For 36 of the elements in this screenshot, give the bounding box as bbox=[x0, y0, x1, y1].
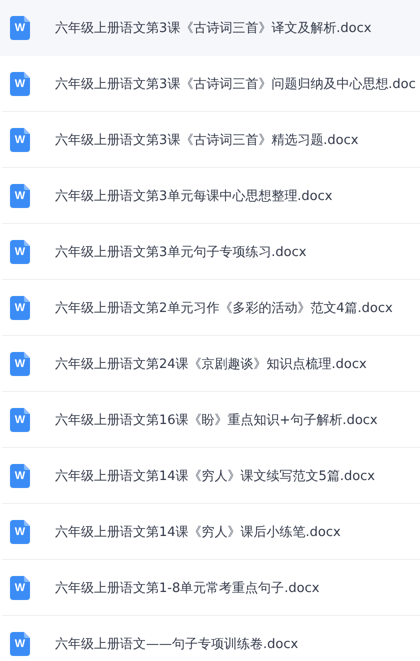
file-row[interactable]: W 六年级上册语文第2单元习作《多彩的活动》范文4篇.docx bbox=[2, 280, 420, 336]
word-document-icon: W bbox=[10, 296, 30, 320]
word-document-icon: W bbox=[10, 520, 30, 544]
file-name: 六年级上册语文第16课《盼》重点知识+句子解析.docx bbox=[55, 412, 378, 428]
word-document-icon: W bbox=[10, 408, 30, 432]
file-name: 六年级上册语文第2单元习作《多彩的活动》范文4篇.docx bbox=[55, 300, 393, 316]
word-document-icon: W bbox=[10, 352, 30, 376]
file-row[interactable]: W 六年级上册语文——句子专项训练卷.docx bbox=[2, 616, 420, 661]
file-row[interactable]: W 六年级上册语文第3课《古诗词三首》问题归纳及中心思想.doc bbox=[2, 56, 420, 112]
file-row[interactable]: W 六年级上册语文第1-8单元常考重点句子.docx bbox=[2, 560, 420, 616]
file-row[interactable]: W 六年级上册语文第24课《京剧趣谈》知识点梳理.docx bbox=[2, 336, 420, 392]
file-name: 六年级上册语文第1-8单元常考重点句子.docx bbox=[55, 580, 320, 596]
file-row[interactable]: W 六年级上册语文第3课《古诗词三首》精选习题.docx bbox=[2, 112, 420, 168]
word-document-icon: W bbox=[10, 128, 30, 152]
file-row[interactable]: W 六年级上册语文第14课《穷人》课文续写范文5篇.docx bbox=[2, 448, 420, 504]
file-name: 六年级上册语文第14课《穷人》课后小练笔.docx bbox=[55, 524, 341, 540]
file-row[interactable]: W 六年级上册语文第3课《古诗词三首》译文及解析.docx bbox=[0, 0, 420, 56]
word-document-icon: W bbox=[10, 576, 30, 600]
file-name: 六年级上册语文第3单元每课中心思想整理.docx bbox=[55, 188, 332, 204]
word-document-icon: W bbox=[10, 72, 30, 96]
file-name: 六年级上册语文第24课《京剧趣谈》知识点梳理.docx bbox=[55, 356, 367, 372]
word-document-icon: W bbox=[10, 184, 30, 208]
word-document-icon: W bbox=[10, 16, 30, 40]
file-name: 六年级上册语文第3单元句子专项练习.docx bbox=[55, 244, 306, 260]
word-document-icon: W bbox=[10, 632, 30, 656]
file-name: 六年级上册语文第3课《古诗词三首》精选习题.docx bbox=[55, 132, 358, 148]
file-name: 六年级上册语文第3课《古诗词三首》问题归纳及中心思想.doc bbox=[55, 76, 416, 92]
file-name: 六年级上册语文——句子专项训练卷.docx bbox=[55, 636, 298, 652]
word-document-icon: W bbox=[10, 240, 30, 264]
file-row[interactable]: W 六年级上册语文第16课《盼》重点知识+句子解析.docx bbox=[2, 392, 420, 448]
file-row[interactable]: W 六年级上册语文第14课《穷人》课后小练笔.docx bbox=[2, 504, 420, 560]
file-row[interactable]: W 六年级上册语文第3单元每课中心思想整理.docx bbox=[2, 168, 420, 224]
file-name: 六年级上册语文第3课《古诗词三首》译文及解析.docx bbox=[55, 20, 372, 36]
file-row[interactable]: W 六年级上册语文第3单元句子专项练习.docx bbox=[2, 224, 420, 280]
file-name: 六年级上册语文第14课《穷人》课文续写范文5篇.docx bbox=[55, 468, 375, 484]
word-document-icon: W bbox=[10, 464, 30, 488]
